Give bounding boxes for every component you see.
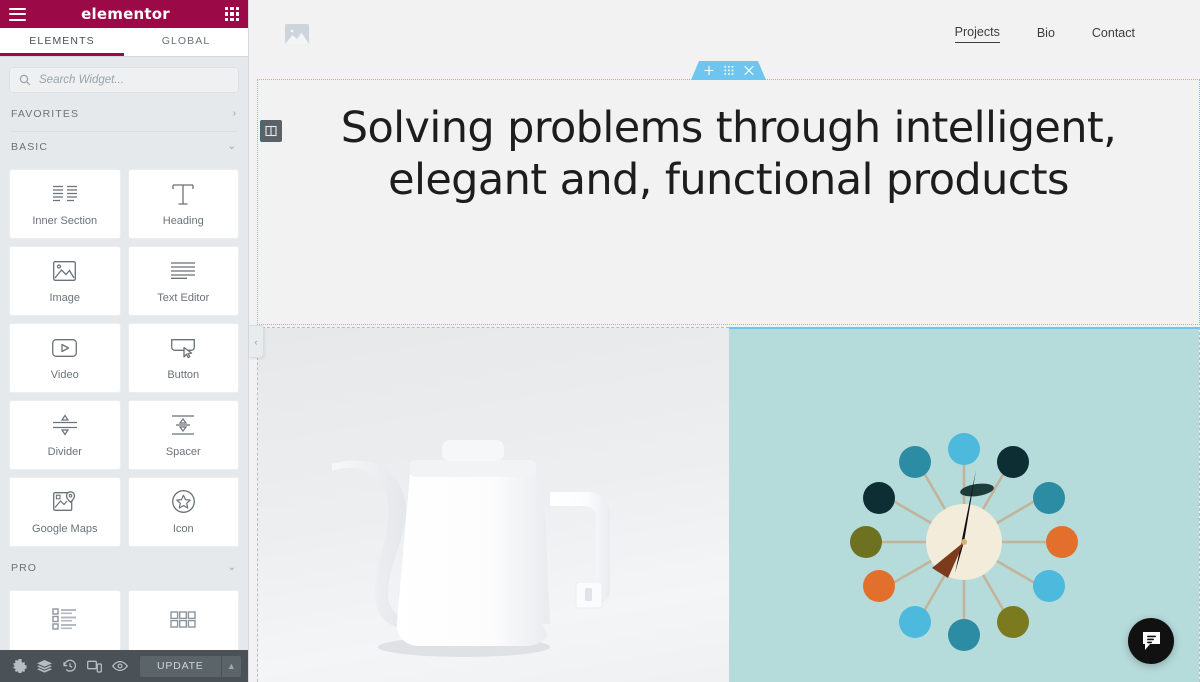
tab-elements[interactable]: ELEMENTS bbox=[0, 28, 124, 56]
widget-grid-basic: Inner Section Heading Image Text Editor … bbox=[0, 162, 248, 547]
portfolio-grid-icon bbox=[170, 607, 196, 631]
inner-section-icon bbox=[52, 182, 77, 206]
column-edit-icon bbox=[265, 125, 277, 137]
search-container bbox=[0, 57, 248, 99]
text-editor-icon bbox=[171, 259, 196, 283]
hero-section[interactable]: Solving problems through intelligent, el… bbox=[257, 79, 1200, 325]
panel-header: elementor bbox=[0, 0, 248, 28]
category-favorites[interactable]: FAVORITES › bbox=[0, 99, 248, 129]
site-header: Projects Bio Contact bbox=[249, 0, 1200, 68]
widget-label: Heading bbox=[162, 214, 204, 227]
update-button[interactable]: UPDATE bbox=[140, 655, 221, 677]
section-toolbar[interactable] bbox=[691, 61, 766, 80]
widget-label: Video bbox=[50, 368, 79, 381]
widget-heading[interactable]: Heading bbox=[127, 169, 239, 239]
widget-label: Inner Section bbox=[32, 214, 98, 227]
category-pro[interactable]: PRO ⌄ bbox=[0, 553, 248, 583]
widget-grid-pro bbox=[0, 583, 248, 650]
ball-clock-illustration bbox=[849, 432, 1078, 651]
heading-t-icon bbox=[171, 182, 195, 206]
widget-posts[interactable] bbox=[9, 590, 121, 650]
category-label: FAVORITES bbox=[11, 108, 80, 120]
widget-google-maps[interactable]: Google Maps bbox=[9, 477, 121, 547]
chevron-down-icon[interactable]: ⌄ bbox=[228, 142, 236, 152]
nav-item-bio[interactable]: Bio bbox=[1037, 26, 1055, 43]
elementor-editor: Projects Bio Contact Solving problems th… bbox=[0, 0, 1200, 682]
divider-icon bbox=[52, 413, 77, 437]
preview-eye-icon[interactable] bbox=[107, 650, 132, 682]
plus-icon[interactable] bbox=[704, 66, 713, 75]
widget-label: Google Maps bbox=[32, 522, 98, 535]
category-label: BASIC bbox=[11, 141, 49, 153]
widget-label: Button bbox=[167, 368, 200, 381]
widgets-panel[interactable]: elementor ELEMENTS GLOBAL Search Widget.… bbox=[0, 0, 249, 682]
search-input[interactable] bbox=[39, 74, 229, 86]
image-placeholder-icon[interactable] bbox=[285, 24, 309, 44]
gallery-image-kettle[interactable] bbox=[257, 327, 729, 682]
posts-list-icon bbox=[52, 607, 77, 631]
widget-image[interactable]: Image bbox=[9, 246, 121, 316]
site-nav[interactable]: Projects Bio Contact bbox=[954, 25, 1143, 43]
history-revisions-icon[interactable] bbox=[57, 650, 82, 682]
preview-canvas[interactable]: Projects Bio Contact Solving problems th… bbox=[249, 0, 1200, 682]
widget-label: Icon bbox=[172, 522, 194, 535]
widget-text-editor[interactable]: Text Editor bbox=[127, 246, 239, 316]
navigator-layers-icon[interactable] bbox=[32, 650, 57, 682]
widget-label: Divider bbox=[47, 445, 82, 458]
close-x-icon[interactable] bbox=[744, 66, 753, 75]
search-icon bbox=[19, 74, 31, 86]
kettle-illustration bbox=[332, 440, 611, 658]
widget-divider[interactable]: Divider bbox=[9, 400, 121, 470]
panel-collapse-toggle[interactable]: ‹ bbox=[249, 325, 264, 358]
search-box[interactable] bbox=[9, 67, 239, 93]
panel-footer[interactable]: UPDATE ▲ bbox=[0, 650, 248, 682]
drag-dots-icon[interactable] bbox=[724, 66, 733, 75]
gallery-image-clock[interactable] bbox=[728, 327, 1200, 682]
widget-label: Spacer bbox=[165, 445, 201, 458]
chat-bubble-button[interactable] bbox=[1128, 618, 1174, 664]
update-caret-icon[interactable]: ▲ bbox=[220, 655, 241, 677]
chevron-down-icon[interactable]: ⌄ bbox=[228, 563, 236, 573]
gallery-row bbox=[257, 327, 1200, 682]
image-icon bbox=[53, 259, 77, 283]
apps-grid-icon[interactable] bbox=[225, 7, 239, 21]
widget-label: Text Editor bbox=[157, 291, 210, 304]
column-edit-handle[interactable] bbox=[260, 120, 282, 142]
panel-tabs[interactable]: ELEMENTS GLOBAL bbox=[0, 28, 248, 57]
widget-portfolio[interactable] bbox=[127, 590, 239, 650]
widget-video[interactable]: Video bbox=[9, 323, 121, 393]
chevron-right-icon[interactable]: › bbox=[233, 109, 236, 119]
button-cursor-icon bbox=[170, 336, 196, 360]
widget-inner-section[interactable]: Inner Section bbox=[9, 169, 121, 239]
elementor-logo: elementor bbox=[81, 5, 170, 23]
nav-item-projects[interactable]: Projects bbox=[954, 25, 1000, 43]
widget-label: Image bbox=[49, 291, 81, 304]
tab-global[interactable]: GLOBAL bbox=[124, 28, 248, 56]
responsive-mode-icon[interactable] bbox=[82, 650, 107, 682]
hamburger-icon[interactable] bbox=[9, 7, 26, 21]
widget-spacer[interactable]: Spacer bbox=[127, 400, 239, 470]
nav-item-contact[interactable]: Contact bbox=[1092, 26, 1135, 43]
star-badge-icon bbox=[171, 490, 195, 514]
widget-icon[interactable]: Icon bbox=[127, 477, 239, 547]
hero-heading[interactable]: Solving problems through intelligent, el… bbox=[258, 102, 1199, 206]
category-basic[interactable]: BASIC ⌄ bbox=[0, 132, 248, 162]
category-label: PRO bbox=[11, 562, 38, 574]
widgets-scroll-area[interactable]: FAVORITES › BASIC ⌄ Inner Section Headin… bbox=[0, 99, 248, 650]
google-maps-icon bbox=[53, 490, 76, 514]
spacer-icon bbox=[172, 413, 195, 437]
widget-button[interactable]: Button bbox=[127, 323, 239, 393]
video-play-icon bbox=[52, 336, 78, 360]
settings-gear-icon[interactable] bbox=[7, 650, 32, 682]
chat-bubble-icon bbox=[1142, 631, 1160, 650]
